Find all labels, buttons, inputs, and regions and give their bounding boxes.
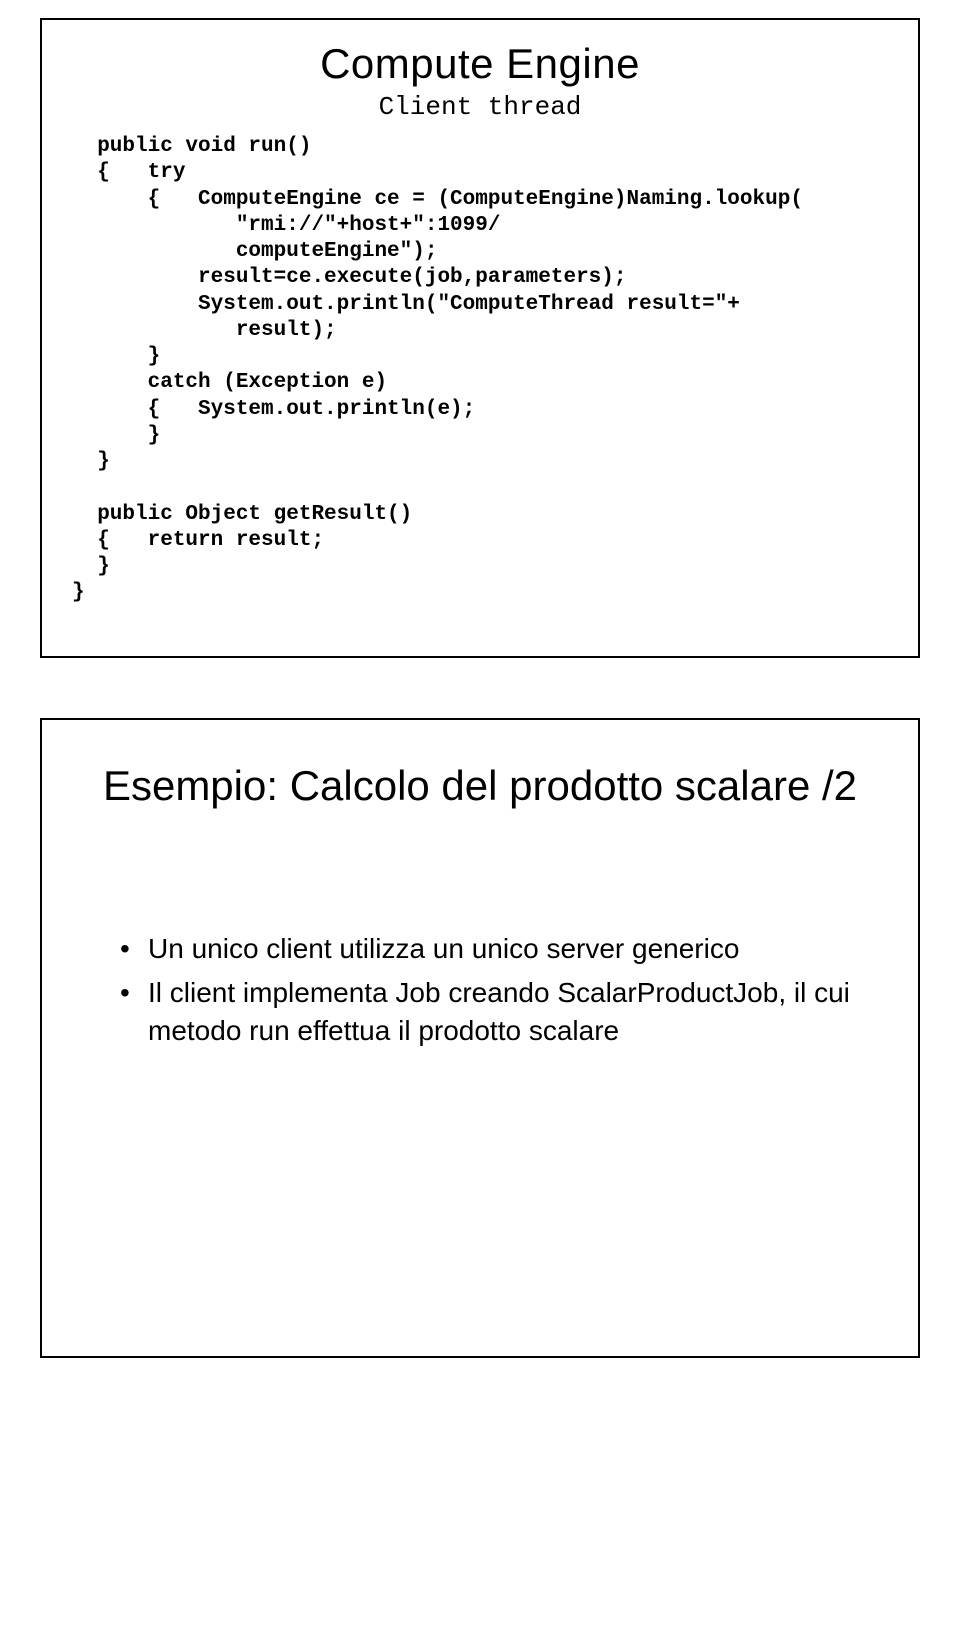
bullet-list: Un unico client utilizza un unico server… <box>120 930 870 1049</box>
slide-esempio: Esempio: Calcolo del prodotto scalare /2… <box>40 718 920 1358</box>
slide-compute-engine: Compute Engine Client thread public void… <box>40 18 920 658</box>
slide-title: Compute Engine <box>70 40 890 88</box>
slide-title: Esempio: Calcolo del prodotto scalare /2 <box>70 762 890 810</box>
page: Compute Engine Client thread public void… <box>0 18 960 1358</box>
list-item: Il client implementa Job creando ScalarP… <box>120 974 870 1050</box>
code-block: public void run() { try { ComputeEngine … <box>72 134 890 607</box>
list-item: Un unico client utilizza un unico server… <box>120 930 870 968</box>
slide-subtitle: Client thread <box>70 92 890 122</box>
